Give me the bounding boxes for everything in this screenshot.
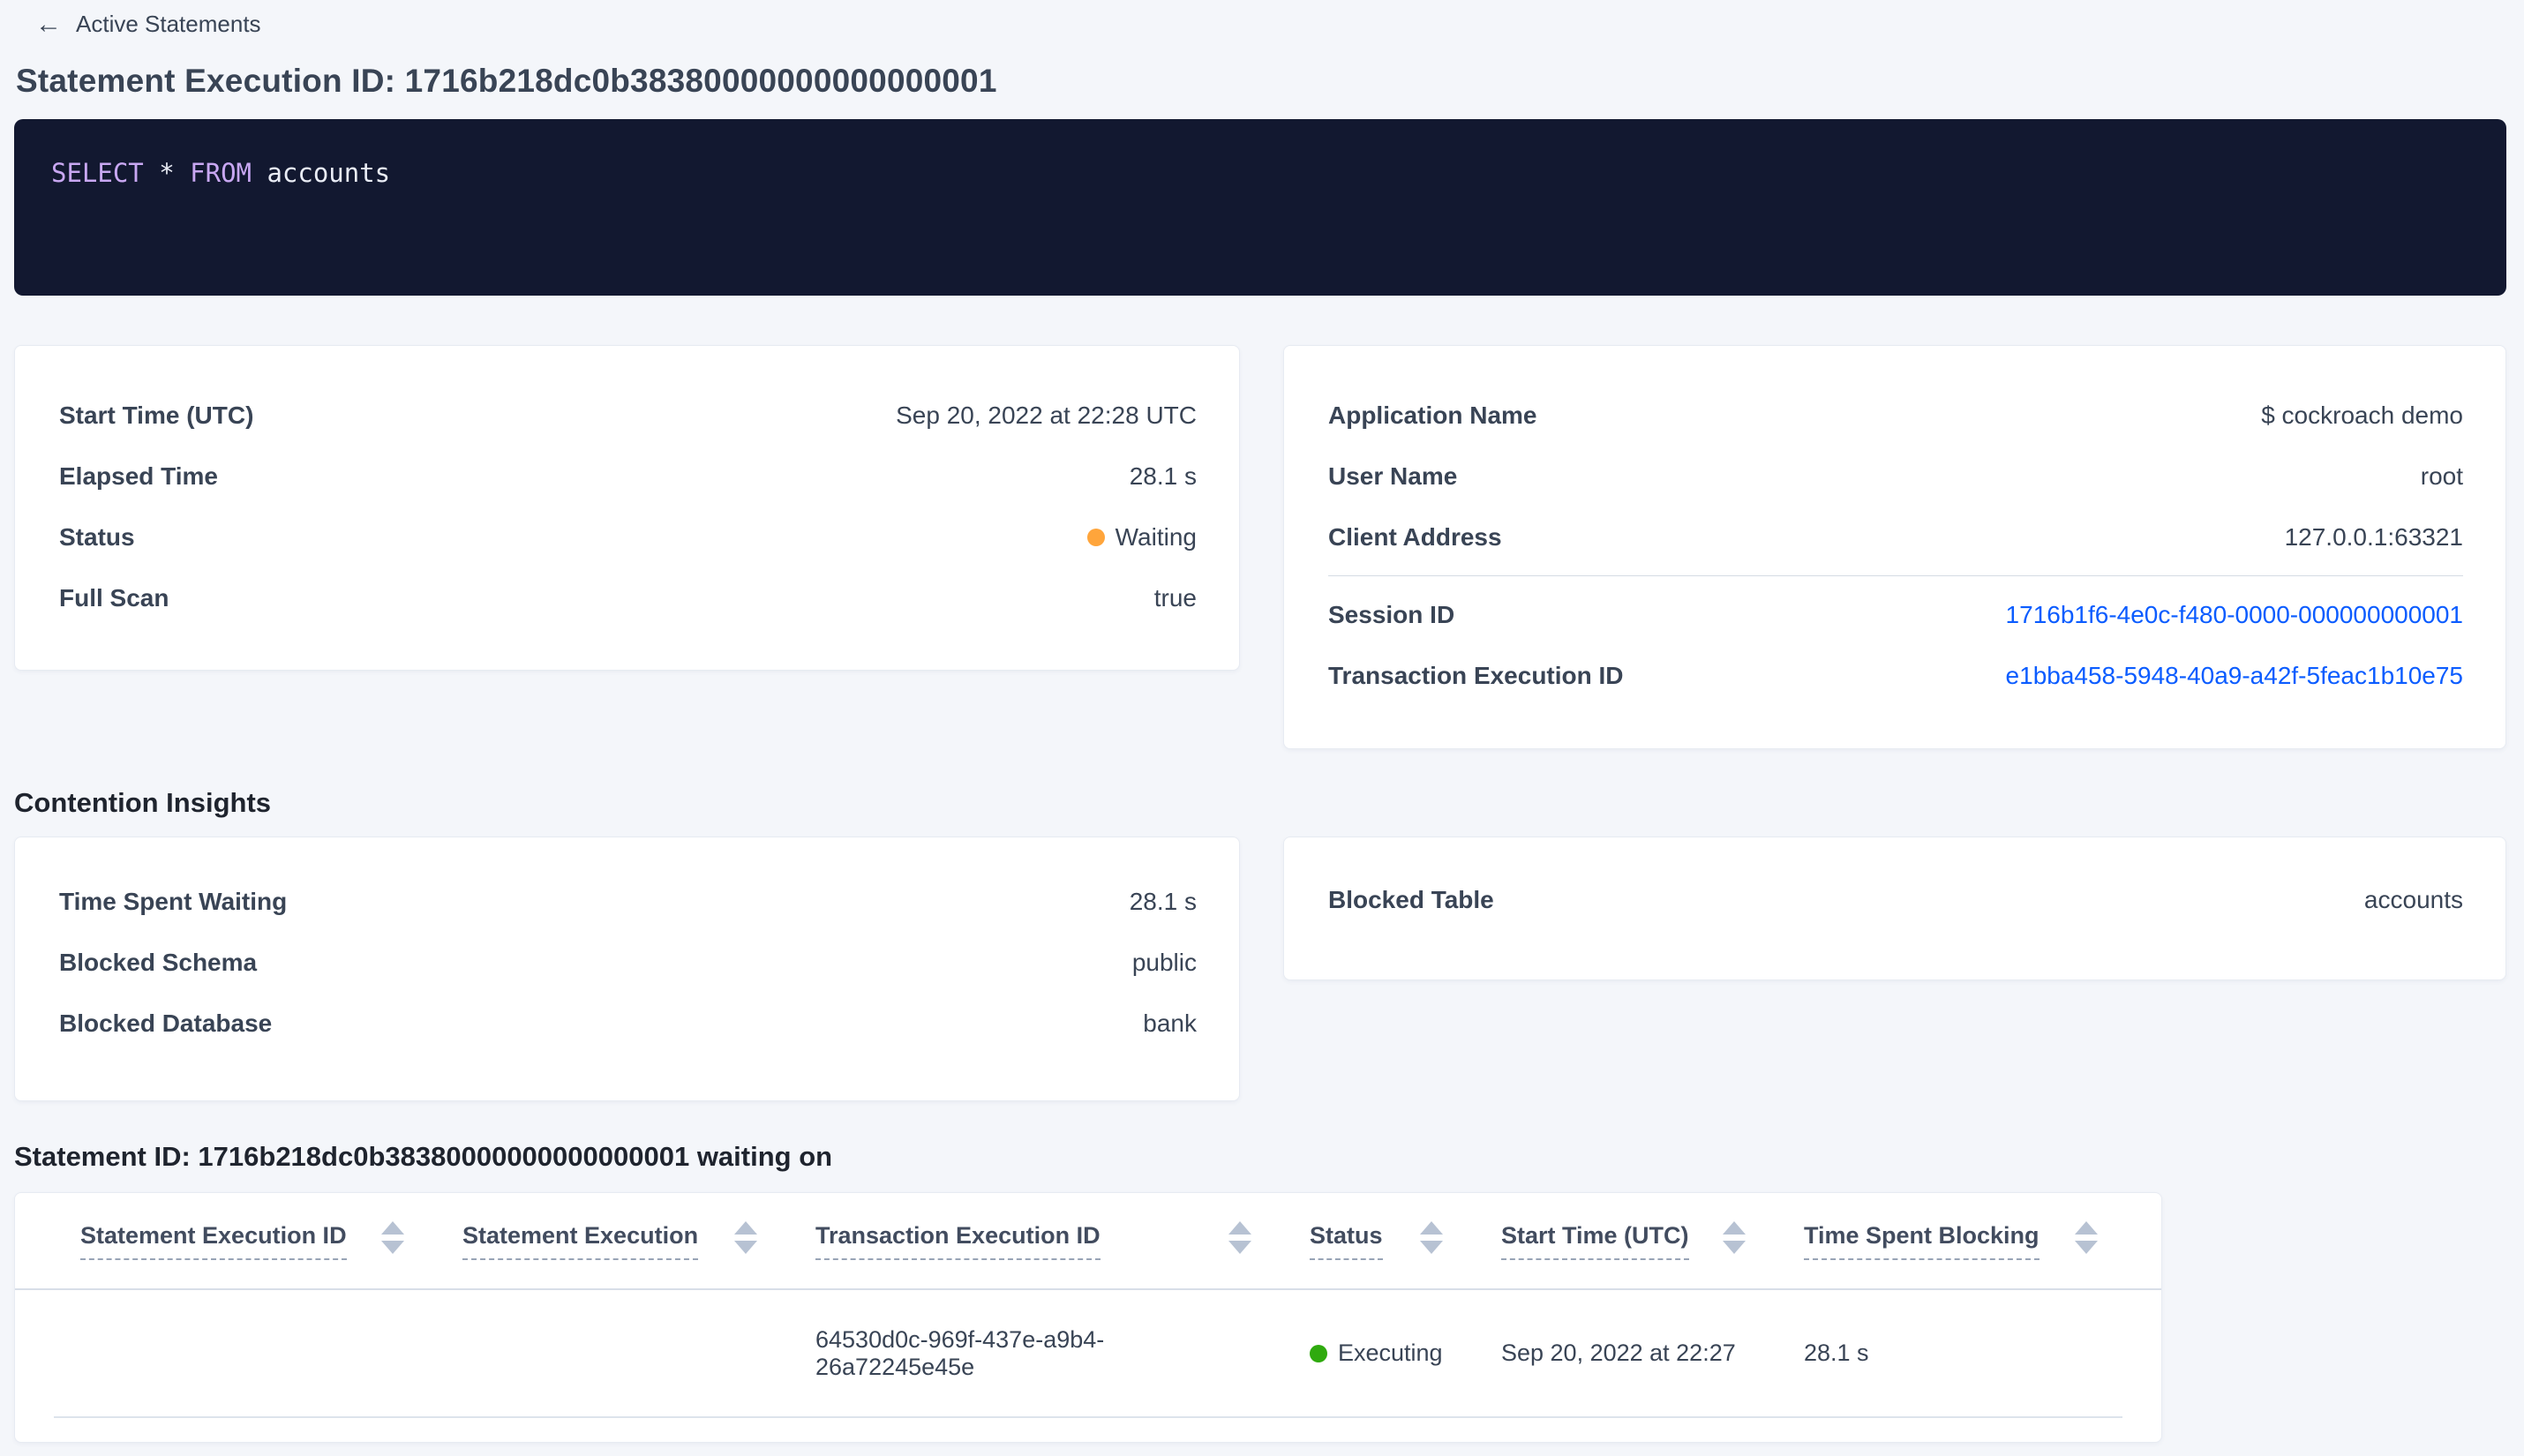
full-scan-row: Full Scan true — [59, 567, 1197, 628]
blocked-table-row: Blocked Table accounts — [1328, 869, 2463, 930]
session-details-card: Application Name $ cockroach demo User N… — [1283, 345, 2506, 749]
blocked-table-label: Blocked Table — [1328, 885, 1494, 913]
sql-keyword-from: FROM — [190, 158, 252, 188]
blocked-database-label: Blocked Database — [59, 1009, 273, 1037]
client-address-label: Client Address — [1328, 522, 1502, 551]
blocked-schema-value: public — [1131, 948, 1197, 976]
sql-keyword-select: SELECT — [51, 158, 144, 188]
start-time-row: Start Time (UTC) Sep 20, 2022 at 22:28 U… — [59, 385, 1197, 446]
blocked-table-card: Blocked Table accounts — [1283, 837, 2506, 980]
session-id-row: Session ID 1716b1f6-4e0c-f480-0000-00000… — [1328, 584, 2463, 645]
back-arrow-icon: ← — [35, 9, 62, 39]
sort-icon[interactable] — [2075, 1220, 2098, 1254]
column-header-time-spent-blocking[interactable]: Time Spent Blocking — [1804, 1220, 2098, 1260]
sql-table-name: accounts — [252, 158, 391, 188]
blocked-database-value: bank — [1143, 1009, 1197, 1037]
session-id-link[interactable]: 1716b1f6-4e0c-f480-0000-000000000001 — [2006, 601, 2463, 628]
cell-time-spent-blocking: 28.1 s — [1804, 1340, 1869, 1366]
page-title: Statement Execution ID: 1716b218dc0b3838… — [16, 63, 997, 99]
time-spent-waiting-row: Time Spent Waiting 28.1 s — [59, 871, 1197, 932]
time-spent-waiting-value: 28.1 s — [1129, 887, 1197, 915]
time-spent-waiting-label: Time Spent Waiting — [59, 887, 288, 915]
waiting-on-heading: Statement ID: 1716b218dc0b38380000000000… — [14, 1141, 833, 1172]
status-row: Status Waiting — [59, 507, 1197, 567]
application-name-row: Application Name $ cockroach demo — [1328, 385, 2463, 446]
column-header-transaction-execution-id[interactable]: Transaction Execution ID — [815, 1220, 1251, 1260]
sort-icon[interactable] — [1228, 1220, 1251, 1254]
column-header-label: Start Time (UTC) — [1501, 1222, 1689, 1260]
table-row: 64530d0c-969f-437e-a9b4-26a72245e45e Exe… — [15, 1290, 2161, 1416]
statement-details-card: Start Time (UTC) Sep 20, 2022 at 22:28 U… — [14, 345, 1240, 671]
cell-start-time: Sep 20, 2022 at 22:27 — [1501, 1340, 1736, 1366]
application-name-value: $ cockroach demo — [2261, 401, 2463, 429]
client-address-value: 127.0.0.1:63321 — [2284, 522, 2463, 551]
sort-icon[interactable] — [1723, 1220, 1746, 1254]
full-scan-value: true — [1153, 583, 1197, 612]
column-header-label: Time Spent Blocking — [1804, 1222, 2039, 1260]
cell-status: Executing — [1310, 1340, 1443, 1367]
cell-status-text: Executing — [1338, 1340, 1443, 1366]
status-value-text: Waiting — [1115, 522, 1197, 551]
back-link-label: Active Statements — [76, 11, 261, 37]
table-row-divider — [54, 1416, 2122, 1418]
transaction-execution-id-row: Transaction Execution ID e1bba458-5948-4… — [1328, 645, 2463, 706]
contention-insights-heading: Contention Insights — [14, 787, 272, 818]
waiting-on-table: Statement Execution ID Statement Executi… — [14, 1192, 2162, 1443]
session-card-divider — [1328, 575, 2463, 576]
column-header-label: Transaction Execution ID — [815, 1222, 1100, 1260]
start-time-label: Start Time (UTC) — [59, 401, 254, 429]
blocked-schema-label: Blocked Schema — [59, 948, 258, 976]
column-header-label: Statement Execution ID — [80, 1222, 347, 1260]
sql-statement: SELECT * FROM accounts — [51, 158, 390, 188]
column-header-start-time[interactable]: Start Time (UTC) — [1501, 1220, 1746, 1260]
sort-icon[interactable] — [734, 1220, 757, 1254]
contention-grid: Time Spent Waiting 28.1 s Blocked Schema… — [14, 837, 2506, 1101]
start-time-value: Sep 20, 2022 at 22:28 UTC — [896, 401, 1197, 429]
transaction-execution-id-label: Transaction Execution ID — [1328, 661, 1624, 689]
user-name-value: root — [2420, 462, 2463, 490]
sql-statement-box: SELECT * FROM accounts — [14, 119, 2506, 296]
elapsed-time-value: 28.1 s — [1129, 462, 1197, 490]
blocked-database-row: Blocked Database bank — [59, 993, 1197, 1054]
client-address-row: Client Address 127.0.0.1:63321 — [1328, 507, 2463, 567]
details-grid: Start Time (UTC) Sep 20, 2022 at 22:28 U… — [14, 345, 2506, 749]
blocked-schema-row: Blocked Schema public — [59, 932, 1197, 993]
status-label: Status — [59, 522, 135, 551]
cell-transaction-execution-id: 64530d0c-969f-437e-a9b4-26a72245e45e — [815, 1325, 1105, 1380]
sort-icon[interactable] — [1420, 1220, 1443, 1254]
column-header-statement-execution[interactable]: Statement Execution — [462, 1220, 757, 1260]
application-name-label: Application Name — [1328, 401, 1537, 429]
column-header-label: Status — [1310, 1222, 1383, 1260]
elapsed-time-row: Elapsed Time 28.1 s — [59, 446, 1197, 507]
waiting-status-dot-icon — [1086, 528, 1105, 546]
status-value: Waiting — [1086, 522, 1197, 552]
blocked-table-value: accounts — [2363, 885, 2463, 913]
transaction-execution-id-link[interactable]: e1bba458-5948-40a9-a42f-5feac1b10e75 — [2006, 662, 2463, 689]
waiting-on-table-header: Statement Execution ID Statement Executi… — [15, 1193, 2161, 1290]
column-header-label: Statement Execution — [462, 1222, 699, 1260]
full-scan-label: Full Scan — [59, 583, 169, 612]
statement-execution-details-page: ← Active Statements Statement Execution … — [0, 0, 2524, 1443]
executing-status-dot-icon — [1310, 1344, 1327, 1362]
back-link[interactable]: ← Active Statements — [35, 11, 261, 38]
column-header-status[interactable]: Status — [1310, 1220, 1443, 1260]
session-id-label: Session ID — [1328, 600, 1455, 628]
user-name-row: User Name root — [1328, 446, 2463, 507]
user-name-label: User Name — [1328, 462, 1458, 490]
sql-star: * — [143, 158, 191, 188]
sort-icon[interactable] — [381, 1220, 404, 1254]
elapsed-time-label: Elapsed Time — [59, 462, 219, 490]
column-header-statement-execution-id[interactable]: Statement Execution ID — [80, 1220, 404, 1260]
contention-details-card: Time Spent Waiting 28.1 s Blocked Schema… — [14, 837, 1240, 1101]
